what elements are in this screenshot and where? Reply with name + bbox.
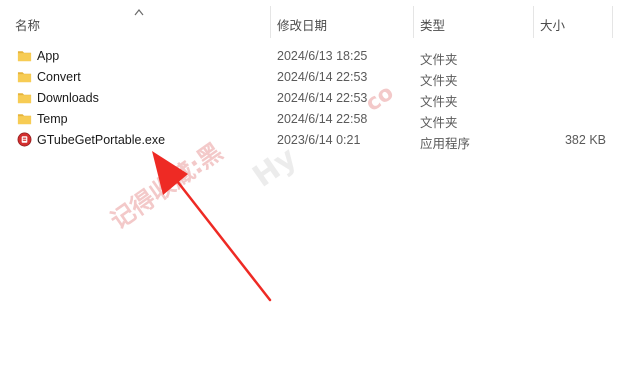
file-name: Downloads [37,91,99,105]
file-date: 2024/6/13 18:25 [277,49,368,63]
column-header-date[interactable]: 修改日期 [277,0,327,44]
exe-app-icon [17,132,32,147]
column-header-name[interactable]: 名称 [15,0,40,44]
sort-ascending-icon [134,9,144,16]
file-type: 文件夹 [420,74,458,88]
file-type: 应用程序 [420,137,471,151]
file-type: 文件夹 [420,95,458,109]
column-separator[interactable] [533,6,534,38]
file-name: Temp [37,112,68,126]
file-name: App [37,49,60,63]
column-separator[interactable] [612,6,613,38]
column-separator[interactable] [270,6,271,38]
file-type: 文件夹 [420,53,458,67]
file-row-downloads[interactable]: Downloads 2024/6/14 22:53 文件夹 [0,88,628,109]
file-date: 2024/6/14 22:58 [277,112,368,126]
folder-icon [17,114,32,125]
folder-icon [17,72,32,83]
arrow-head [152,151,188,195]
file-name: Convert [37,70,81,84]
arrow-shaft [168,170,272,302]
file-row-gtubegetportable-exe[interactable]: GTubeGetPortable.exe 2023/6/14 0:21 应用程序… [0,130,628,151]
red-arrow [152,151,272,302]
file-date: 2024/6/14 22:53 [277,91,368,105]
file-type: 文件夹 [420,116,458,130]
file-row-convert[interactable]: Convert 2024/6/14 22:53 文件夹 [0,67,628,88]
file-name: GTubeGetPortable.exe [37,133,166,147]
file-date: 2023/6/14 0:21 [277,133,361,147]
column-separator[interactable] [413,6,414,38]
file-date: 2024/6/14 22:53 [277,70,368,84]
file-row-temp[interactable]: Temp 2024/6/14 22:58 文件夹 [0,109,628,130]
column-header-type[interactable]: 类型 [420,0,445,44]
column-header-size[interactable]: 大小 [540,0,565,44]
file-size: 382 KB [564,133,606,147]
column-header-bar: 名称 修改日期 类型 大小 [0,0,628,44]
folder-icon [17,51,32,62]
watermark-text: 记得收藏:黑 [105,138,227,235]
folder-icon [17,93,32,104]
file-row-app[interactable]: App 2024/6/13 18:25 文件夹 [0,46,628,67]
